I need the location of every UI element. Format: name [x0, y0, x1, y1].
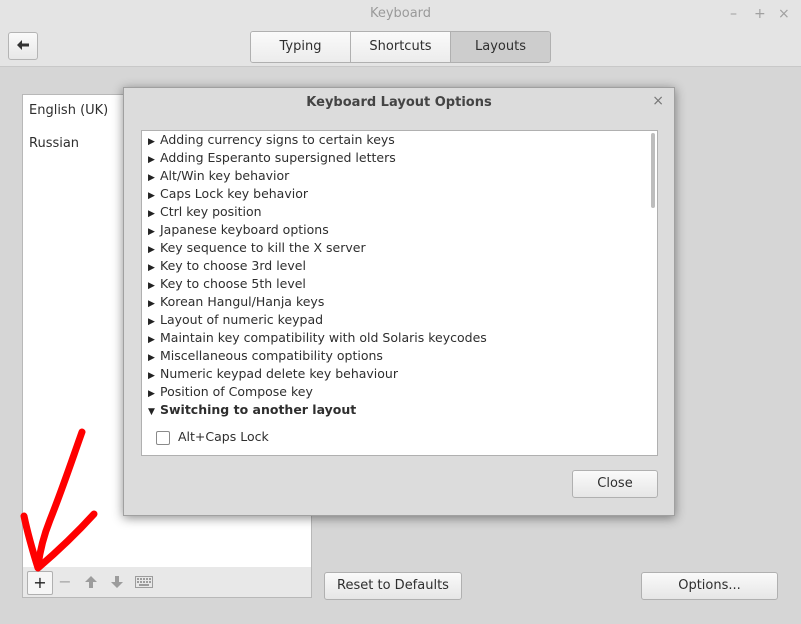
tree-row-label: Korean Hangul/Hanja keys	[160, 294, 325, 309]
keyboard-icon	[135, 576, 153, 588]
expanded-triangle-icon: ▼	[148, 407, 155, 417]
tree-row[interactable]: ▶ Miscellaneous compatibility options	[142, 347, 657, 365]
tree-row-label: Numeric keypad delete key behaviour	[160, 366, 398, 381]
header-toolbar: Typing Shortcuts Layouts	[0, 28, 801, 67]
tree-row[interactable]: ▶ Maintain key compatibility with old Sol…	[142, 329, 657, 347]
tree-row[interactable]: ▶ Adding currency signs to certain keys	[142, 131, 657, 149]
close-window-button[interactable]: ×	[778, 0, 790, 28]
dialog-close-icon[interactable]: ×	[652, 93, 664, 109]
keyboard-layout-options-dialog: Keyboard Layout Options × ▶ Adding curren…	[123, 87, 675, 516]
tree-row-label: Key sequence to kill the X server	[160, 240, 366, 255]
tree-row[interactable]: ▶ Key to choose 3rd level	[142, 257, 657, 275]
tab-bar: Typing Shortcuts Layouts	[250, 31, 551, 63]
tree-row[interactable]: ▶ Caps Lock key behavior	[142, 185, 657, 203]
tree-row-label: Adding currency signs to certain keys	[160, 132, 395, 147]
scrollbar[interactable]	[651, 133, 655, 208]
remove-layout-button[interactable]: −	[53, 571, 77, 593]
tree-row[interactable]: ▶ Ctrl key position	[142, 203, 657, 221]
dialog-title: Keyboard Layout Options	[306, 95, 492, 110]
layout-list-toolbar: + −	[22, 567, 312, 598]
reset-to-defaults-button[interactable]: Reset to Defaults	[324, 572, 462, 600]
tab-layouts[interactable]: Layouts	[451, 32, 550, 62]
back-button[interactable]	[8, 32, 38, 60]
tree-row-label: Switching to another layout	[160, 402, 357, 417]
close-button[interactable]: Close	[572, 470, 658, 498]
tree-row-label: Alt/Win key behavior	[160, 168, 290, 183]
tree-row-label: Maintain key compatibility with old Sola…	[160, 330, 487, 345]
checkbox-label: Alt+Caps Lock	[178, 429, 269, 444]
add-layout-button[interactable]: +	[27, 571, 53, 595]
tree-row[interactable]: ▶ Alt/Win key behavior	[142, 167, 657, 185]
tree-row-label: Key to choose 3rd level	[160, 258, 306, 273]
tree-row[interactable]: ▶ Japanese keyboard options	[142, 221, 657, 239]
options-button[interactable]: Options...	[641, 572, 778, 600]
tree-row[interactable]: ▶ Position of Compose key	[142, 383, 657, 401]
tree-row[interactable]: ▶ Adding Esperanto supersigned letters	[142, 149, 657, 167]
tree-row[interactable]: ▶ Layout of numeric keypad	[142, 311, 657, 329]
show-keyboard-layout-button[interactable]	[131, 571, 157, 593]
tree-subrow[interactable]: Alt+Caps Lock	[142, 424, 657, 450]
options-tree[interactable]: ▶ Adding currency signs to certain keys ▶ A…	[141, 130, 658, 456]
tab-shortcuts[interactable]: Shortcuts	[351, 32, 451, 62]
tree-row-label: Miscellaneous compatibility options	[160, 348, 383, 363]
tree-row[interactable]: ▶ Key to choose 5th level	[142, 275, 657, 293]
move-down-button[interactable]	[105, 571, 129, 593]
tree-row-label: Japanese keyboard options	[160, 222, 329, 237]
tree-row[interactable]: ▶ Numeric keypad delete key behaviour	[142, 365, 657, 383]
arrow-left-icon	[17, 40, 29, 50]
tree-row[interactable]: ▶ Key sequence to kill the X server	[142, 239, 657, 257]
tree-row[interactable]: ▶ Korean Hangul/Hanja keys	[142, 293, 657, 311]
window-title: Keyboard	[369, 6, 432, 21]
maximize-button[interactable]: +	[754, 0, 766, 28]
window-titlebar: Keyboard	[0, 0, 801, 28]
arrow-up-icon	[85, 576, 97, 588]
tab-typing[interactable]: Typing	[251, 32, 351, 62]
tree-row-label: Ctrl key position	[160, 204, 262, 219]
minimize-button[interactable]: –	[730, 0, 737, 28]
tree-row-label: Key to choose 5th level	[160, 276, 306, 291]
tree-row-label: Adding Esperanto supersigned letters	[160, 150, 396, 165]
tree-row-expanded[interactable]: ▼ Switching to another layout	[142, 401, 657, 419]
tree-row-label: Caps Lock key behavior	[160, 186, 309, 201]
tree-row-label: Layout of numeric keypad	[160, 312, 324, 327]
arrow-down-icon	[111, 576, 123, 588]
tree-row-label: Position of Compose key	[160, 384, 313, 399]
move-up-button[interactable]	[79, 571, 103, 593]
alt-caps-lock-checkbox[interactable]	[156, 430, 170, 445]
